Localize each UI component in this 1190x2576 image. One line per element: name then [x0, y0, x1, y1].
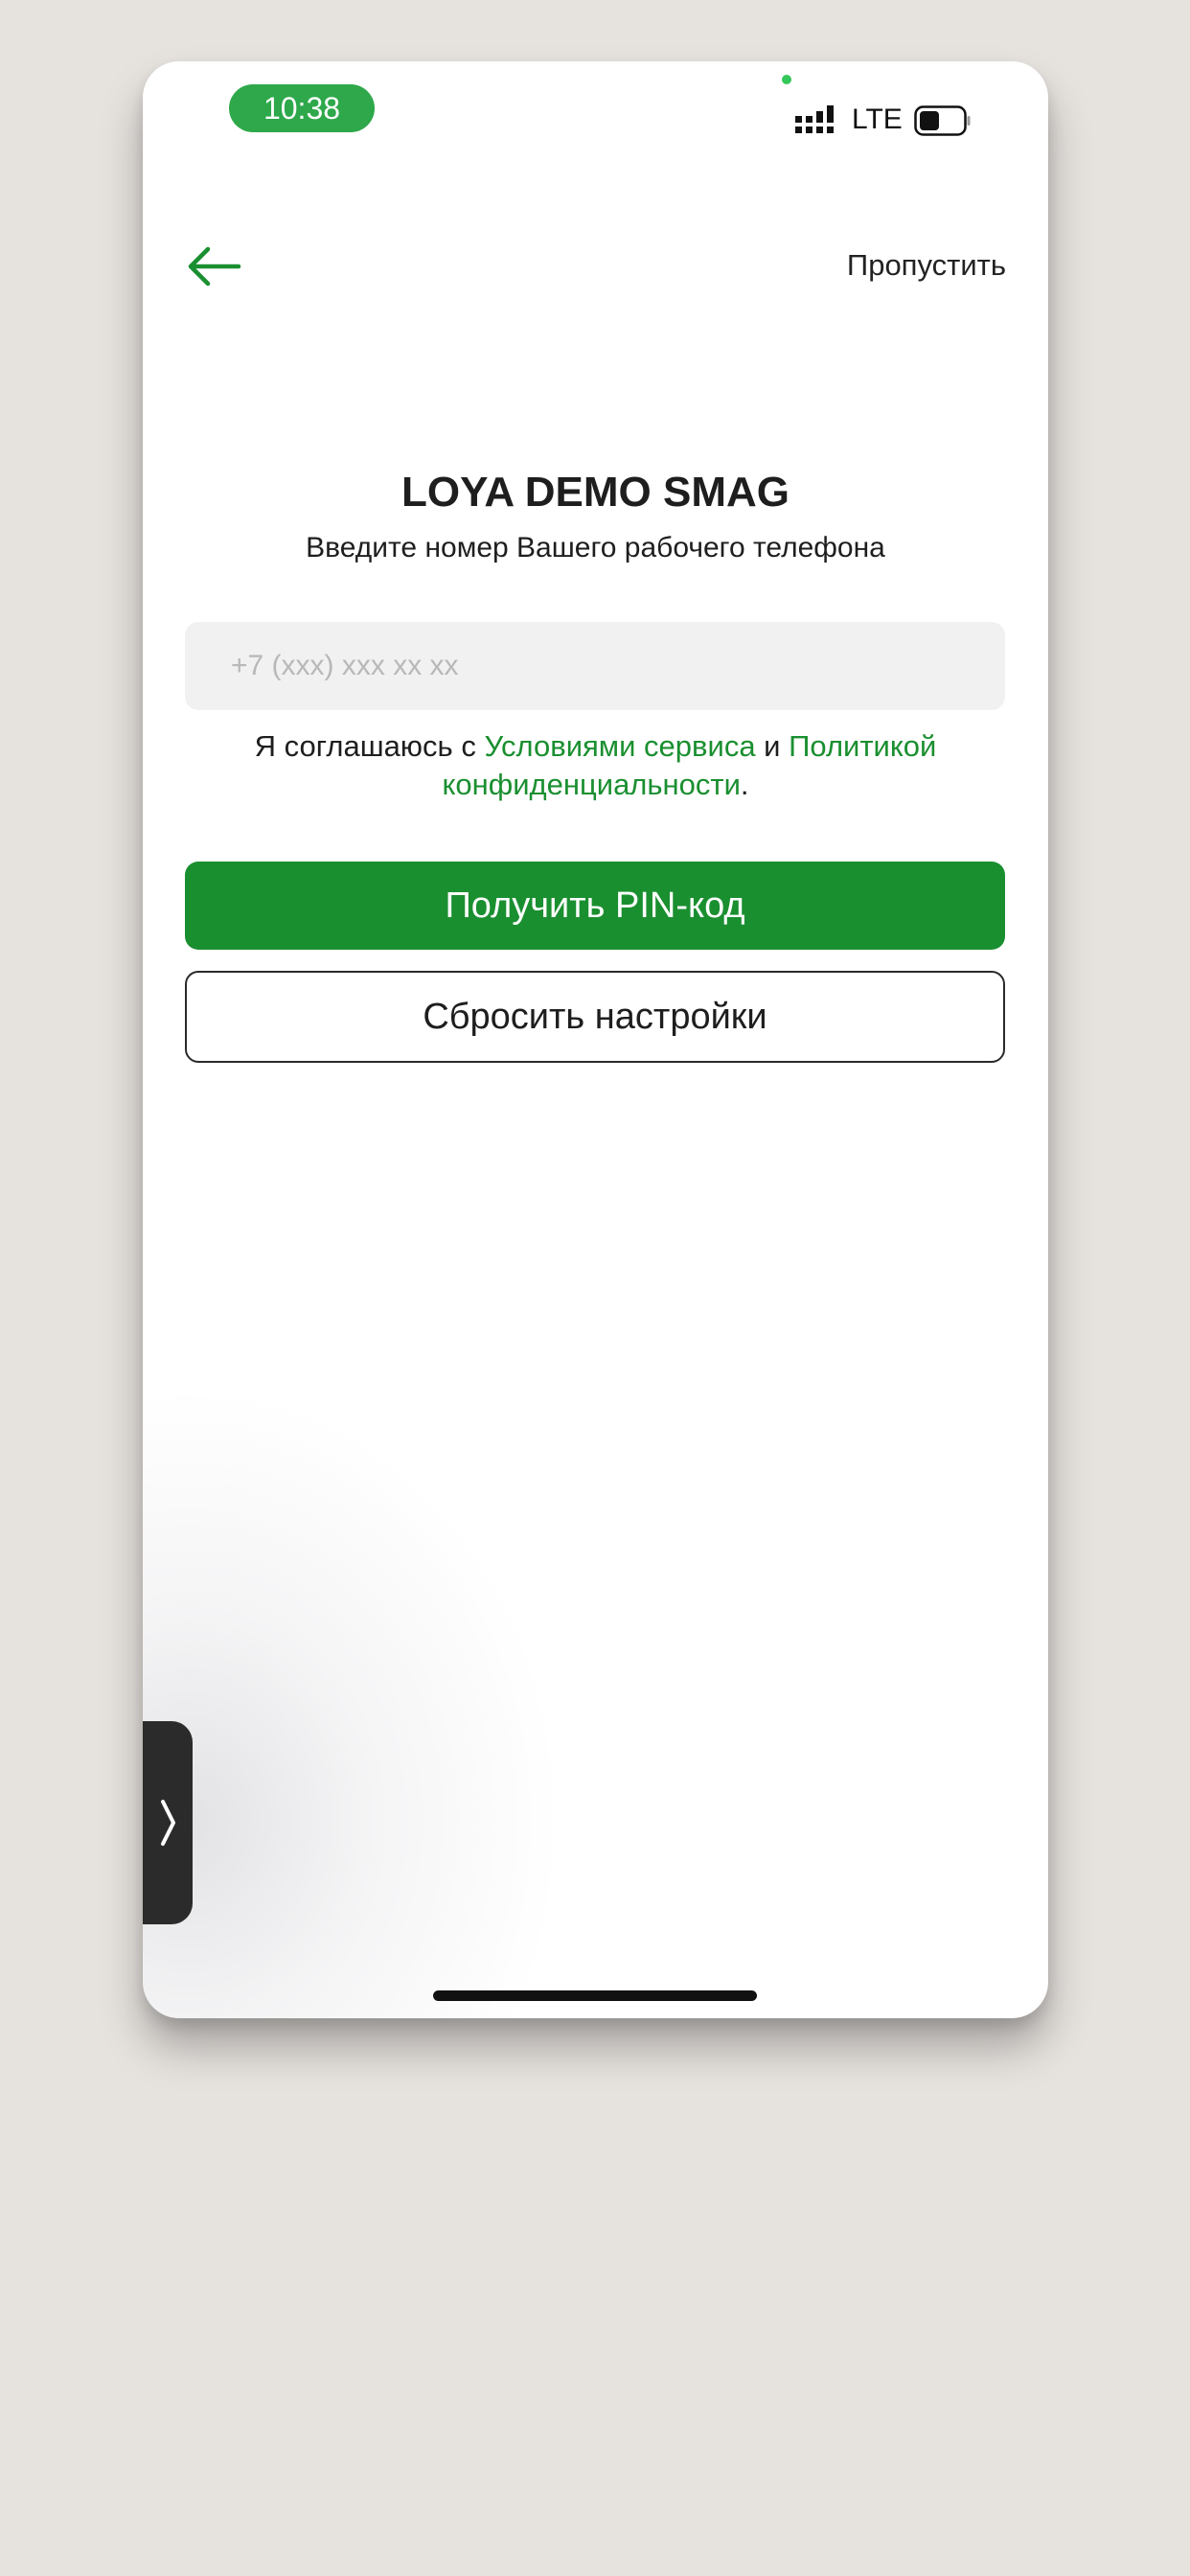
status-time: 10:38 — [229, 84, 375, 132]
chevron-right-icon — [161, 1800, 175, 1846]
phone-number-input[interactable] — [185, 622, 1005, 710]
consent-suffix: . — [740, 768, 749, 801]
app-title: LOYA DEMO SMAG — [400, 469, 790, 516]
battery-icon — [914, 105, 971, 136]
page-subtitle: Введите номер Вашего рабочего телефона — [306, 532, 885, 564]
consent-and: и — [755, 729, 790, 763]
privacy-indicator-dot — [782, 75, 791, 84]
back-button[interactable] — [181, 234, 246, 299]
signal-icon — [795, 105, 834, 133]
terms-of-service-link[interactable]: Условиями сервиса — [484, 729, 755, 763]
arrow-left-icon — [188, 246, 241, 287]
get-pin-button[interactable]: Получить PIN-код — [185, 862, 1005, 950]
phone-screen: 10:38 LTE Пропустить LOYA DEMO SMAG Введ… — [143, 61, 1048, 2018]
reset-settings-button[interactable]: Сбросить настройки — [185, 971, 1005, 1063]
consent-text: Я соглашаюсь с Условиями сервиса и Полит… — [200, 727, 991, 804]
home-indicator[interactable] — [433, 1990, 757, 2001]
network-type: LTE — [852, 104, 903, 135]
skip-link[interactable]: Пропустить — [847, 239, 1006, 292]
screen-shade — [143, 1384, 564, 2018]
side-panel-toggle[interactable] — [143, 1721, 193, 1924]
consent-prefix: Я соглашаюсь с — [254, 729, 485, 763]
